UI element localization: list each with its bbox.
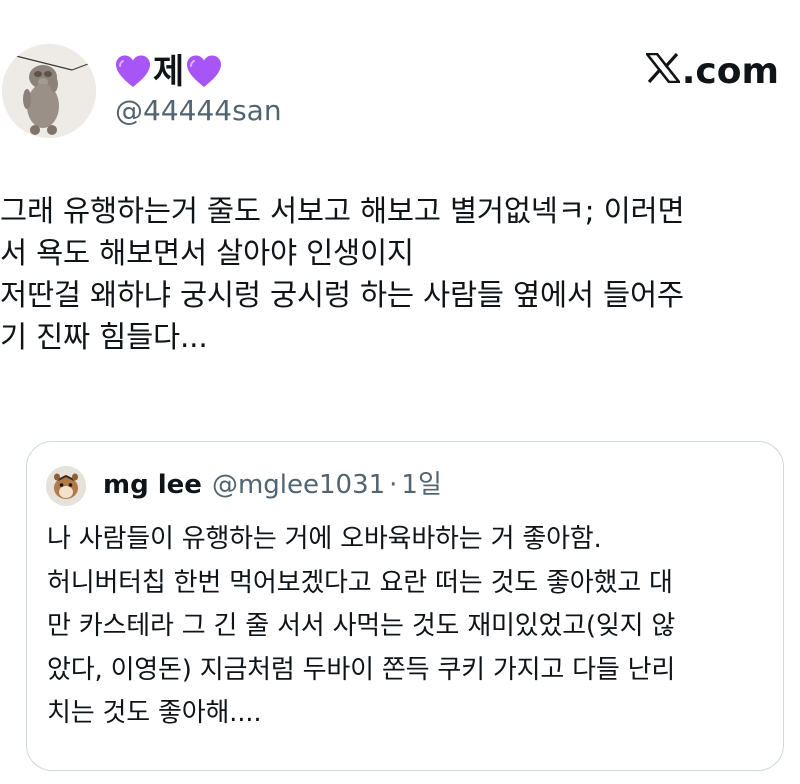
tweet-line: 기 진짜 힘들다...: [0, 320, 208, 354]
quoted-tweet-card[interactable]: mg lee @mglee1031 · 1일 나 사람들이 유행하는 거에 오바…: [26, 441, 784, 771]
purple-heart-icon: [116, 55, 150, 87]
tweet-line: 그래 유행하는거 줄도 서보고 해보고 별거없넥ㅋ; 이러면: [0, 194, 685, 228]
purple-heart-icon: [187, 55, 222, 87]
author-name-text: 제: [153, 52, 185, 92]
tweet-text: 그래 유행하는거 줄도 서보고 해보고 별거없넥ㅋ; 이러면 서 욕도 해보면서…: [0, 190, 798, 358]
chipmunk-avatar-image: [46, 466, 86, 506]
author-display-name[interactable]: 제: [115, 52, 222, 92]
tweet-line: 저딴걸 왜하냐 궁시렁 궁시렁 하는 사람들 옆에서 들어주: [0, 278, 684, 312]
quoted-tweet-line: 나 사람들이 유행하는 거에 오바육바하는 거 좋아함.: [47, 524, 602, 554]
quoted-tweet-text: 나 사람들이 유행하는 거에 오바육바하는 거 좋아함. 허니버터칩 한번 먹어…: [47, 518, 777, 736]
quoted-author-avatar[interactable]: [46, 466, 86, 506]
brand-logo: .com: [645, 51, 779, 92]
quoted-tweet-line: 았다, 이영돈) 지금처럼 두바이 쫀득 쿠키 가지고 다들 난리: [47, 654, 676, 685]
quoted-author-name[interactable]: mg lee: [103, 468, 202, 502]
quoted-tweet-line: 만 카스테라 그 긴 줄 서서 사먹는 것도 재미있었고(잊지 않: [47, 611, 676, 641]
x-logo-icon: [645, 53, 680, 83]
separator-dot: ·: [389, 470, 398, 500]
author-handle[interactable]: @44444san: [115, 94, 282, 128]
dog-avatar-image: [2, 44, 96, 138]
brand-domain-text: .com: [681, 51, 779, 92]
quoted-tweet-time[interactable]: 1일: [401, 468, 441, 502]
tweet-line: 서 욕도 해보면서 살아야 인생이지: [0, 236, 414, 270]
quoted-tweet-header: mg lee @mglee1031 · 1일: [103, 468, 442, 502]
quoted-tweet-line: 허니버터칩 한번 먹어보겠다고 요란 떠는 것도 좋아했고 대: [47, 567, 673, 598]
quoted-tweet-line: 치는 것도 좋아해....: [47, 698, 262, 728]
author-avatar[interactable]: [2, 44, 96, 138]
quoted-author-handle[interactable]: @mglee1031: [212, 468, 385, 502]
